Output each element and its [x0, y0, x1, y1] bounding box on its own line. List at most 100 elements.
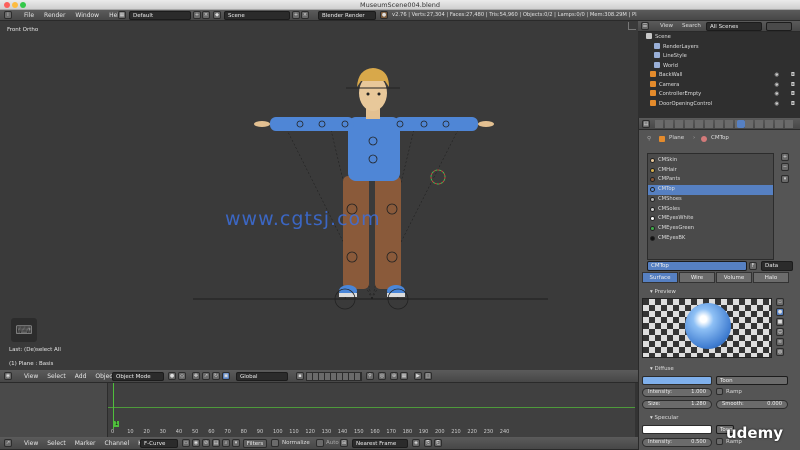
- material-slot[interactable]: CMHair: [648, 166, 773, 176]
- show-hidden-icon[interactable]: ◉: [192, 439, 200, 447]
- editor-type-icon[interactable]: ☰: [641, 22, 649, 30]
- material-slot[interactable]: CMSoles: [648, 205, 773, 215]
- outliner-item[interactable]: World: [638, 61, 799, 71]
- outliner-menu-search[interactable]: Search: [682, 23, 701, 29]
- transform-orientation-select[interactable]: Global: [236, 372, 288, 381]
- context-tabs[interactable]: [655, 120, 795, 128]
- lock-layers-icon[interactable]: ⚲: [366, 372, 374, 380]
- scale-icon[interactable]: ▣: [222, 372, 230, 380]
- diffuse-ramp-checkbox[interactable]: [716, 388, 723, 395]
- snap-mode-icon[interactable]: ⊞: [340, 439, 348, 447]
- outliner-item[interactable]: Camera ◉ ◘: [638, 80, 799, 90]
- translate-icon[interactable]: ↗: [202, 372, 210, 380]
- 3d-viewport[interactable]: Front Ortho www.cgtsj.com ⌨ Last: (De)se…: [0, 21, 638, 370]
- tab-surface[interactable]: Surface: [642, 272, 678, 283]
- visibility-eye-icon[interactable]: ◉: [774, 81, 779, 90]
- add-scene-icon[interactable]: +: [292, 11, 300, 19]
- layer-buttons[interactable]: [306, 372, 362, 381]
- outliner-menu-view[interactable]: View: [660, 23, 673, 29]
- fcurve-menu-view[interactable]: View: [24, 440, 38, 447]
- render-engine-select[interactable]: Blender Render: [318, 11, 376, 20]
- fcurve-menu-select[interactable]: Select: [47, 440, 66, 447]
- preview-monkey-icon[interactable]: ☺: [776, 328, 784, 336]
- proportional-edit-icon[interactable]: ◎: [378, 372, 386, 380]
- material-slot[interactable]: CMTop: [648, 185, 773, 195]
- material-tab-icon[interactable]: [737, 120, 745, 128]
- render-preview-icon[interactable]: ▶: [414, 372, 422, 380]
- editor-type-icon[interactable]: ↗: [4, 439, 12, 447]
- tab-halo[interactable]: Halo: [753, 272, 789, 283]
- fcurve-editor[interactable]: 1: [0, 383, 638, 437]
- outliner-display-select[interactable]: All Scenes: [706, 22, 762, 31]
- visibility-eye-icon[interactable]: ◉: [774, 71, 779, 80]
- diffuse-shader-select[interactable]: Toon: [716, 376, 788, 385]
- material-slot[interactable]: CMEyesWhite: [648, 214, 773, 224]
- screen-layout-icon[interactable]: ▦: [118, 11, 126, 19]
- fake-user-icon[interactable]: F: [749, 262, 757, 270]
- editor-type-icon[interactable]: ◉: [4, 372, 12, 380]
- add-slot-icon[interactable]: +: [781, 153, 789, 161]
- render-camera-icon[interactable]: ◘: [791, 71, 795, 80]
- copy-keys-icon[interactable]: ⎘: [424, 439, 432, 447]
- diffuse-color-swatch[interactable]: [642, 376, 712, 385]
- outliner-item[interactable]: RenderLayers: [638, 42, 799, 52]
- outliner-item[interactable]: LineStyle: [638, 52, 799, 61]
- scene-icon[interactable]: ◆: [213, 11, 221, 19]
- tab-volume[interactable]: Volume: [716, 272, 752, 283]
- specular-panel-header[interactable]: ▾ Specular: [642, 413, 790, 423]
- outliner-tree[interactable]: Scene RenderLayers LineStyle World BackWall ◉…: [638, 32, 800, 118]
- info-menu-file[interactable]: File: [24, 12, 34, 19]
- remove-layout-icon[interactable]: ×: [202, 11, 210, 19]
- material-slot[interactable]: CMShoes: [648, 195, 773, 205]
- fcurve-menu-channel[interactable]: Channel: [105, 440, 130, 447]
- preview-flat-icon[interactable]: ▫: [776, 298, 784, 306]
- material-slot[interactable]: CMEyesGreen: [648, 224, 773, 234]
- slot-menu-icon[interactable]: ▾: [781, 175, 789, 183]
- preview-cube-icon[interactable]: ■: [776, 318, 784, 326]
- specular-intensity-field[interactable]: Intensity: 0.500: [642, 438, 712, 447]
- editor-type-icon[interactable]: i: [4, 11, 12, 19]
- channel-list[interactable]: [0, 383, 108, 437]
- pivot-point-icon[interactable]: ◈: [412, 439, 420, 447]
- viewport-menu-view[interactable]: View: [24, 373, 38, 380]
- diffuse-size-field[interactable]: Size: 1.280: [642, 400, 712, 409]
- outliner-search-input[interactable]: [766, 22, 792, 31]
- character-model[interactable]: [0, 21, 638, 370]
- material-slot-list[interactable]: CMSkin CMHair CMPants CMTop CMShoes CMSoles CM…: [647, 153, 774, 260]
- pin-icon[interactable]: ⚲: [647, 136, 651, 142]
- visibility-eye-icon[interactable]: ◉: [774, 90, 779, 99]
- info-menu-window[interactable]: Window: [75, 12, 99, 19]
- interaction-mode-select[interactable]: Object Mode: [112, 372, 164, 381]
- manipulator-icon[interactable]: ✥: [192, 372, 200, 380]
- fcurve-menu-marker[interactable]: Marker: [75, 440, 96, 447]
- normalize-checkbox[interactable]: [271, 439, 279, 447]
- outliner-item[interactable]: BackWall ◉ ◘: [638, 71, 799, 80]
- only-selected-icon[interactable]: ▭: [182, 439, 190, 447]
- specular-color-swatch[interactable]: [642, 425, 712, 434]
- snap-icon[interactable]: ⊕: [390, 372, 398, 380]
- preview-panel-header[interactable]: ▾ Preview: [642, 287, 790, 297]
- preview-skybox-icon[interactable]: ◍: [776, 348, 784, 356]
- diffuse-panel-header[interactable]: ▾ Diffuse: [642, 364, 790, 374]
- opengl-render-icon[interactable]: ◫: [424, 372, 432, 380]
- paste-keys-icon[interactable]: ⎗: [434, 439, 442, 447]
- add-layout-icon[interactable]: +: [193, 11, 201, 19]
- remove-slot-icon[interactable]: −: [781, 163, 789, 171]
- diffuse-smooth-field[interactable]: Smooth: 0.000: [716, 400, 788, 409]
- rotate-icon[interactable]: ↻: [212, 372, 220, 380]
- search-icon[interactable]: ⌕: [222, 439, 230, 447]
- outliner-item[interactable]: DoorOpeningControl ◉ ◘: [638, 99, 799, 109]
- preview-sphere-icon[interactable]: ●: [776, 308, 784, 316]
- diffuse-intensity-field[interactable]: Intensity: 1.000: [642, 388, 712, 397]
- tab-wire[interactable]: Wire: [679, 272, 715, 283]
- filter-icon[interactable]: ▤: [212, 439, 220, 447]
- render-camera-icon[interactable]: ◘: [791, 100, 795, 109]
- auto-normalize-checkbox[interactable]: [316, 439, 324, 447]
- filter-type-icon[interactable]: ▾: [232, 439, 240, 447]
- editor-type-icon[interactable]: ▤: [642, 120, 650, 128]
- info-menu-render[interactable]: Render: [44, 12, 65, 19]
- outliner-item[interactable]: ControllerEmpty ◉ ◘: [638, 90, 799, 99]
- pivot-icon[interactable]: ◇: [178, 372, 186, 380]
- viewport-menu-select[interactable]: Select: [47, 373, 66, 380]
- material-slot[interactable]: CMSkin: [648, 156, 773, 166]
